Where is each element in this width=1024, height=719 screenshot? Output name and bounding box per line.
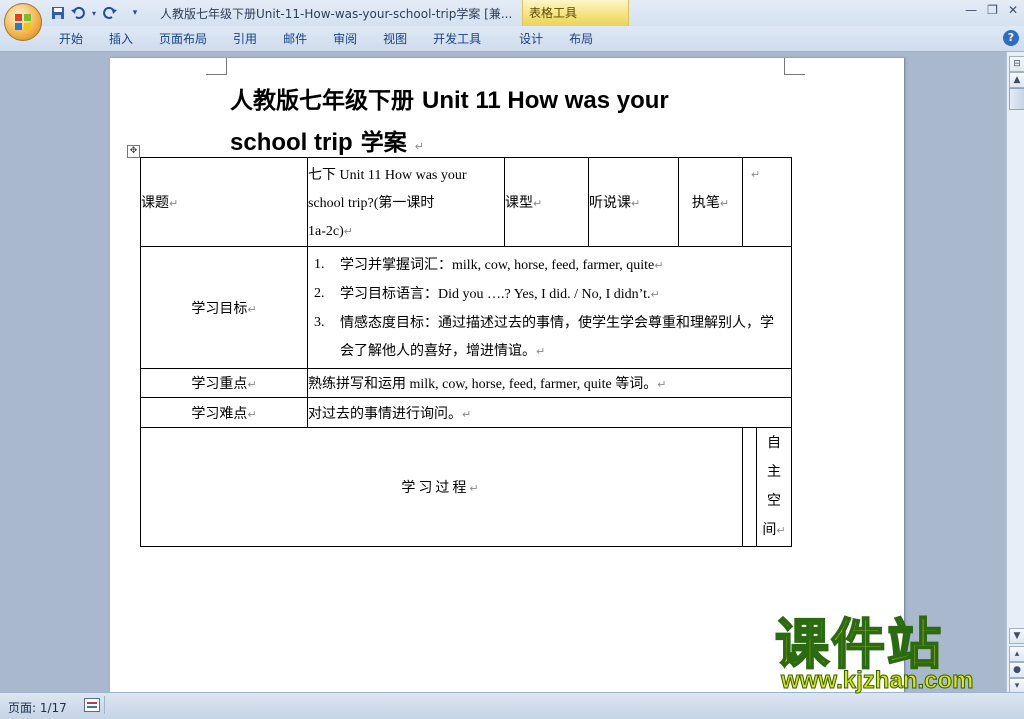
office-button[interactable] — [4, 3, 42, 41]
undo-dropdown-icon[interactable]: ▾ — [90, 5, 98, 21]
document-workspace: 人教版七年级下册 Unit 11 How was your school tri… — [0, 52, 1006, 692]
tab-layout[interactable]: 布局 — [556, 30, 606, 48]
customize-icon[interactable]: ▾ — [130, 5, 140, 21]
restore-icon[interactable]: ❐ — [987, 3, 998, 17]
tab-home[interactable]: 开始 — [46, 30, 96, 48]
list-item: 3. 情感态度目标：通过描述过去的事情，使学生学会尊重和理解别人，学会了解他人的喜… — [314, 315, 774, 359]
ribbon-tab-row: 开始 插入 页面布局 引用 邮件 审阅 视图 开发工具 设计 布局 ? — [0, 26, 1024, 52]
title-bar: ▾ ▾ 人教版七年级下册Unit-11-How-was-your-school-… — [0, 0, 1024, 26]
topic-line-3: 1a-2c)↵ — [308, 224, 353, 239]
browse-object-icon[interactable]: ● — [1009, 662, 1024, 678]
list-item: 2. 学习目标语言：Did you ….? Yes, I did. / No, I… — [314, 286, 660, 302]
table-row: 学习目标↵ 1. 学习并掌握词汇：milk, cow, horse, feed, … — [140, 246, 792, 369]
title-cn-part2: 学案 — [360, 130, 407, 156]
table-tools-context-tab: 表格工具 — [522, 0, 629, 26]
tab-design[interactable]: 设计 — [506, 30, 556, 48]
table-row: 学习难点↵ 对过去的事情进行询问。↵ — [140, 397, 792, 428]
cell-goals-list[interactable]: 1. 学习并掌握词汇：milk, cow, horse, feed, farmer… — [307, 246, 792, 369]
title-en-part2: school trip — [230, 129, 353, 156]
topic-line-1: 七下 Unit 11 How was your — [308, 168, 467, 183]
undo-icon[interactable] — [70, 5, 86, 21]
scroll-thumb[interactable] — [1009, 88, 1024, 110]
status-bar: 页面: 1/17 — [0, 692, 1024, 719]
table-row: 学习过程↵ 自 主 空 间↵ — [140, 427, 792, 547]
lesson-table: 课题↵ 七下 Unit 11 How was your school trip?… — [140, 157, 792, 547]
previous-page-icon[interactable]: ▴ — [1009, 646, 1024, 662]
close-icon[interactable]: ✕ — [1008, 3, 1018, 17]
proofing-status-icon[interactable] — [84, 698, 100, 712]
cell-topic-label[interactable]: 课题↵ — [140, 157, 308, 247]
ribbon-tabs: 开始 插入 页面布局 引用 邮件 审阅 视图 开发工具 设计 布局 — [46, 30, 606, 48]
watermark: 课件站 www.kjzhan.com — [774, 613, 1005, 695]
table-row: 学习重点↵ 熟练拼写和运用 milk, cow, horse, feed, fa… — [140, 368, 792, 398]
status-divider — [104, 696, 105, 714]
window-controls: — ❐ ✕ — [965, 3, 1018, 17]
cell-type-value[interactable]: 听说课↵ — [588, 157, 679, 247]
side-char: 自 — [767, 435, 781, 451]
cell-self-space[interactable]: 自 主 空 间↵ — [742, 427, 792, 547]
tab-insert[interactable]: 插入 — [96, 30, 146, 48]
scroll-up-icon[interactable]: ▲ — [1009, 72, 1024, 88]
side-char: 间↵ — [762, 522, 786, 538]
ruler-toggle-icon[interactable]: ⊟ — [1009, 56, 1024, 72]
cell-key-points-label[interactable]: 学习重点↵ — [140, 368, 308, 398]
topic-line-2: school trip?(第一课时 — [308, 196, 435, 211]
redo-icon[interactable] — [102, 5, 118, 21]
side-char: 空 — [767, 493, 781, 509]
context-tab-label: 表格工具 — [529, 6, 578, 20]
cell-difficulty-label[interactable]: 学习难点↵ — [140, 397, 308, 428]
quick-access-toolbar: ▾ ▾ — [50, 4, 140, 22]
tab-page-layout[interactable]: 页面布局 — [146, 30, 220, 48]
vertical-scrollbar[interactable]: ⊟ ▲ ▼ ▴ ● ▾ — [1006, 52, 1024, 694]
title-cn-part1: 人教版七年级下册 — [230, 88, 414, 114]
document-page[interactable]: 人教版七年级下册 Unit 11 How was your school tri… — [110, 58, 904, 692]
tab-mailings[interactable]: 邮件 — [270, 30, 320, 48]
table-move-handle-icon[interactable]: ✥ — [127, 145, 140, 158]
cell-type-label[interactable]: 课型↵ — [504, 157, 589, 247]
help-icon[interactable]: ? — [1003, 30, 1019, 46]
list-item: 1. 学习并掌握词汇：milk, cow, horse, feed, farmer… — [314, 257, 664, 273]
tab-view[interactable]: 视图 — [370, 30, 420, 48]
watermark-logo-text: 课件站 — [774, 613, 943, 676]
tab-developer[interactable]: 开发工具 — [420, 30, 494, 48]
cell-goals-label[interactable]: 学习目标↵ — [140, 246, 308, 369]
page-indicator[interactable]: 页面: 1/17 — [8, 699, 67, 716]
office-logo-icon — [15, 14, 31, 30]
scroll-down-icon[interactable]: ▼ — [1009, 628, 1024, 644]
tab-review[interactable]: 审阅 — [320, 30, 370, 48]
tab-references[interactable]: 引用 — [220, 30, 270, 48]
crop-mark-right — [784, 58, 805, 75]
cell-author-label[interactable]: 执笔↵ — [678, 157, 743, 247]
paragraph-mark: ↵ — [414, 140, 424, 153]
crop-mark-left — [206, 58, 227, 75]
goals-list: 1. 学习并掌握词汇：milk, cow, horse, feed, farmer… — [308, 247, 791, 368]
watermark-url: www.kjzhan.com — [780, 667, 974, 695]
cell-process-label[interactable]: 学习过程↵ — [140, 427, 743, 547]
side-char: 主 — [767, 464, 781, 480]
title-en-part1: Unit 11 How was your — [422, 87, 669, 114]
cell-author-value[interactable]: ↵ — [742, 157, 792, 247]
cell-difficulty-value[interactable]: 对过去的事情进行询问。↵ — [307, 397, 792, 428]
document-title: 人教版七年级下册 Unit 11 How was your school tri… — [230, 80, 790, 167]
save-icon[interactable] — [50, 5, 66, 21]
window-title: 人教版七年级下册Unit-11-How-was-your-school-trip… — [160, 7, 513, 21]
cell-topic-value[interactable]: 七下 Unit 11 How was your school trip?(第一课… — [307, 157, 505, 247]
minimize-icon[interactable]: — — [965, 3, 977, 17]
table-row: 课题↵ 七下 Unit 11 How was your school trip?… — [140, 157, 792, 247]
cell-key-points-value[interactable]: 熟练拼写和运用 milk, cow, horse, feed, farmer, … — [307, 368, 792, 398]
